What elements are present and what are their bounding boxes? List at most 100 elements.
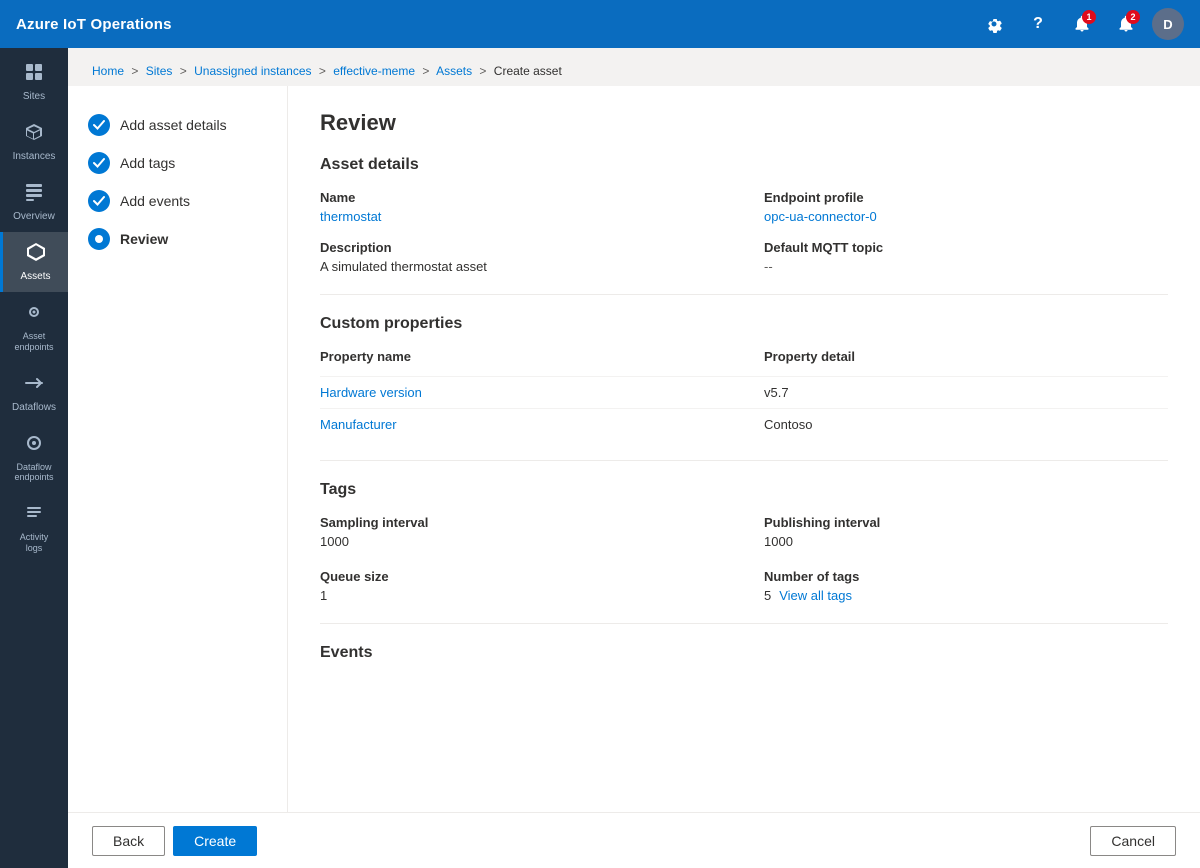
wizard-step-add-tags-label: Add tags <box>120 155 175 171</box>
asset-details-section-title: Asset details <box>320 156 1168 174</box>
events-section-title: Events <box>320 644 1168 662</box>
instances-icon <box>24 122 44 147</box>
step-icon-review <box>88 228 110 250</box>
notification2-badge: 2 <box>1126 10 1140 24</box>
queue-size-label: Queue size <box>320 569 724 584</box>
sidebar-item-asset-endpoints[interactable]: Assetendpoints <box>0 292 68 363</box>
help-button[interactable]: ? <box>1020 6 1056 42</box>
checkmark-icon-3 <box>93 195 105 207</box>
sidebar-dataflows-label: Dataflows <box>12 402 56 413</box>
asset-details-grid: Name thermostat Endpoint profile opc-ua-… <box>320 190 1168 274</box>
review-title: Review <box>320 110 1168 136</box>
description-value: A simulated thermostat asset <box>320 259 724 274</box>
divider-2 <box>320 460 1168 461</box>
mqtt-topic-value: -- <box>764 259 1168 274</box>
bottom-left-actions: Back Create <box>92 826 257 856</box>
wizard-step-review-label: Review <box>120 231 168 247</box>
view-all-tags-link[interactable]: View all tags <box>779 588 852 603</box>
name-value: thermostat <box>320 209 724 224</box>
manufacturer-value: Contoso <box>764 417 1168 432</box>
sampling-interval-label: Sampling interval <box>320 515 724 530</box>
create-button[interactable]: Create <box>173 826 257 856</box>
activity-logs-icon <box>24 503 44 528</box>
publishing-interval-field: Publishing interval 1000 <box>764 515 1168 549</box>
name-field: Name thermostat <box>320 190 724 224</box>
assets-icon <box>26 242 46 267</box>
sidebar-item-dataflow-endpoints[interactable]: Dataflowendpoints <box>0 423 68 494</box>
sidebar-item-activity-logs[interactable]: Activitylogs <box>0 493 68 564</box>
breadcrumb-sites[interactable]: Sites <box>146 64 173 78</box>
sidebar-item-assets[interactable]: Assets <box>0 232 68 292</box>
checkmark-icon-2 <box>93 157 105 169</box>
number-of-tags-value: 5 <box>764 588 771 603</box>
custom-props-row-1: Manufacturer Contoso <box>320 408 1168 440</box>
custom-props-header: Property name Property detail <box>320 349 1168 368</box>
nav-icons: ? 1 2 D <box>976 6 1184 42</box>
sites-icon <box>24 62 44 87</box>
sidebar-item-instances[interactable]: Instances <box>0 112 68 172</box>
breadcrumb-assets[interactable]: Assets <box>436 64 472 78</box>
sampling-interval-value: 1000 <box>320 534 724 549</box>
wizard-step-add-events[interactable]: Add events <box>84 182 271 220</box>
sidebar-item-dataflows[interactable]: Dataflows <box>0 363 68 423</box>
manufacturer-name: Manufacturer <box>320 417 724 432</box>
dataflows-icon <box>24 373 44 398</box>
sidebar-dataflow-endpoints-label: Dataflowendpoints <box>14 462 53 484</box>
main-layout: Sites Instances Overview Assets Assetend… <box>0 48 1200 868</box>
publishing-interval-value: 1000 <box>764 534 1168 549</box>
sidebar-overview-label: Overview <box>13 211 55 222</box>
tags-section-title: Tags <box>320 481 1168 499</box>
property-name-header: Property name <box>320 349 724 364</box>
breadcrumb: Home > Sites > Unassigned instances > ef… <box>68 48 1200 86</box>
wizard-step-add-asset-details[interactable]: Add asset details <box>84 106 271 144</box>
wizard-step-add-events-label: Add events <box>120 193 190 209</box>
back-button[interactable]: Back <box>92 826 165 856</box>
publishing-interval-label: Publishing interval <box>764 515 1168 530</box>
cancel-button[interactable]: Cancel <box>1090 826 1176 856</box>
circle-icon <box>94 234 104 244</box>
sidebar-item-overview[interactable]: Overview <box>0 172 68 232</box>
hardware-version-value: v5.7 <box>764 385 1168 400</box>
wizard-step-review[interactable]: Review <box>84 220 271 258</box>
settings-button[interactable] <box>976 6 1012 42</box>
name-label: Name <box>320 190 724 205</box>
sidebar: Sites Instances Overview Assets Assetend… <box>0 48 68 868</box>
endpoint-profile-value: opc-ua-connector-0 <box>764 209 1168 224</box>
sidebar-item-sites[interactable]: Sites <box>0 52 68 112</box>
number-of-tags-label: Number of tags <box>764 569 1168 584</box>
avatar-button[interactable]: D <box>1152 8 1184 40</box>
tags-grid-bottom: Queue size 1 Number of tags 5 View all t… <box>320 569 1168 603</box>
wizard-step-add-asset-details-label: Add asset details <box>120 117 227 133</box>
breadcrumb-effective-meme[interactable]: effective-meme <box>333 64 415 78</box>
sidebar-activity-logs-label: Activitylogs <box>20 532 49 554</box>
description-label: Description <box>320 240 724 255</box>
endpoint-profile-field: Endpoint profile opc-ua-connector-0 <box>764 190 1168 224</box>
sidebar-sites-label: Sites <box>23 91 45 102</box>
breadcrumb-home[interactable]: Home <box>92 64 124 78</box>
help-icon: ? <box>1033 15 1043 33</box>
sidebar-instances-label: Instances <box>13 151 56 162</box>
breadcrumb-unassigned-instances[interactable]: Unassigned instances <box>194 64 311 78</box>
step-icon-add-asset-details <box>88 114 110 136</box>
overview-icon <box>24 182 44 207</box>
inner-layout: Add asset details Add tags Add events <box>68 86 1200 812</box>
notification1-badge: 1 <box>1082 10 1096 24</box>
notifications2-button[interactable]: 2 <box>1108 6 1144 42</box>
queue-size-value: 1 <box>320 588 724 603</box>
app-title: Azure IoT Operations <box>16 16 172 33</box>
wizard-step-add-tags[interactable]: Add tags <box>84 144 271 182</box>
number-of-tags-field: Number of tags 5 View all tags <box>764 569 1168 603</box>
notifications1-button[interactable]: 1 <box>1064 6 1100 42</box>
bottom-bar: Back Create Cancel <box>68 812 1200 868</box>
bottom-spacer <box>320 678 1168 718</box>
dataflow-endpoints-icon <box>24 433 44 458</box>
sampling-interval-field: Sampling interval 1000 <box>320 515 724 549</box>
step-icon-add-events <box>88 190 110 212</box>
description-field: Description A simulated thermostat asset <box>320 240 724 274</box>
checkmark-icon <box>93 119 105 131</box>
tags-grid-top: Sampling interval 1000 Publishing interv… <box>320 515 1168 549</box>
sidebar-asset-endpoints-label: Assetendpoints <box>14 331 53 353</box>
queue-size-field: Queue size 1 <box>320 569 724 603</box>
avatar-label: D <box>1163 17 1172 32</box>
divider-1 <box>320 294 1168 295</box>
